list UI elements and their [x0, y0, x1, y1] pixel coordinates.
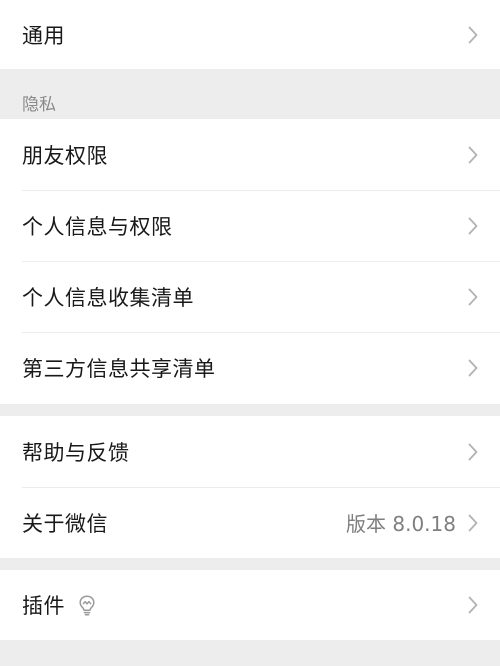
settings-item-label: 插件	[22, 594, 65, 618]
chevron-right-icon	[468, 217, 478, 234]
settings-item-general[interactable]: 通用	[0, 0, 500, 69]
chevron-right-icon	[468, 146, 478, 163]
settings-item-label: 第三方信息共享清单	[22, 356, 216, 381]
about-group: 帮助与反馈 关于微信 版本 8.0.18	[0, 416, 500, 558]
settings-item-third-party-sharing-list[interactable]: 第三方信息共享清单	[0, 332, 500, 403]
chevron-right-icon	[468, 443, 478, 460]
settings-item-label: 个人信息收集清单	[22, 285, 194, 310]
lightbulb-icon	[79, 595, 95, 616]
privacy-group: 朋友权限 个人信息与权限 个人信息收集清单 第三方信息共享清单	[0, 119, 500, 404]
settings-item-plugins[interactable]: 插件	[0, 570, 500, 640]
settings-item-label: 帮助与反馈	[22, 440, 130, 465]
settings-item-about-wechat[interactable]: 关于微信 版本 8.0.18	[0, 487, 500, 558]
general-group: 通用	[0, 0, 500, 69]
settings-item-label: 通用	[22, 23, 65, 48]
chevron-right-icon	[468, 514, 478, 531]
settings-item-label: 朋友权限	[22, 143, 108, 168]
chevron-right-icon	[468, 26, 478, 43]
settings-item-personal-info-collection-list[interactable]: 个人信息收集清单	[0, 261, 500, 332]
settings-item-label: 个人信息与权限	[22, 214, 173, 239]
settings-item-label: 关于微信	[22, 511, 108, 536]
section-header-privacy: 隐私	[22, 95, 56, 115]
chevron-right-icon	[468, 288, 478, 305]
settings-item-personal-info-permissions[interactable]: 个人信息与权限	[0, 190, 500, 261]
chevron-right-icon	[468, 359, 478, 376]
version-value: 版本 8.0.18	[346, 512, 456, 536]
chevron-right-icon	[468, 596, 478, 614]
settings-item-help-feedback[interactable]: 帮助与反馈	[0, 416, 500, 487]
plugins-group: 插件	[0, 570, 500, 640]
settings-item-friend-permissions[interactable]: 朋友权限	[0, 119, 500, 190]
